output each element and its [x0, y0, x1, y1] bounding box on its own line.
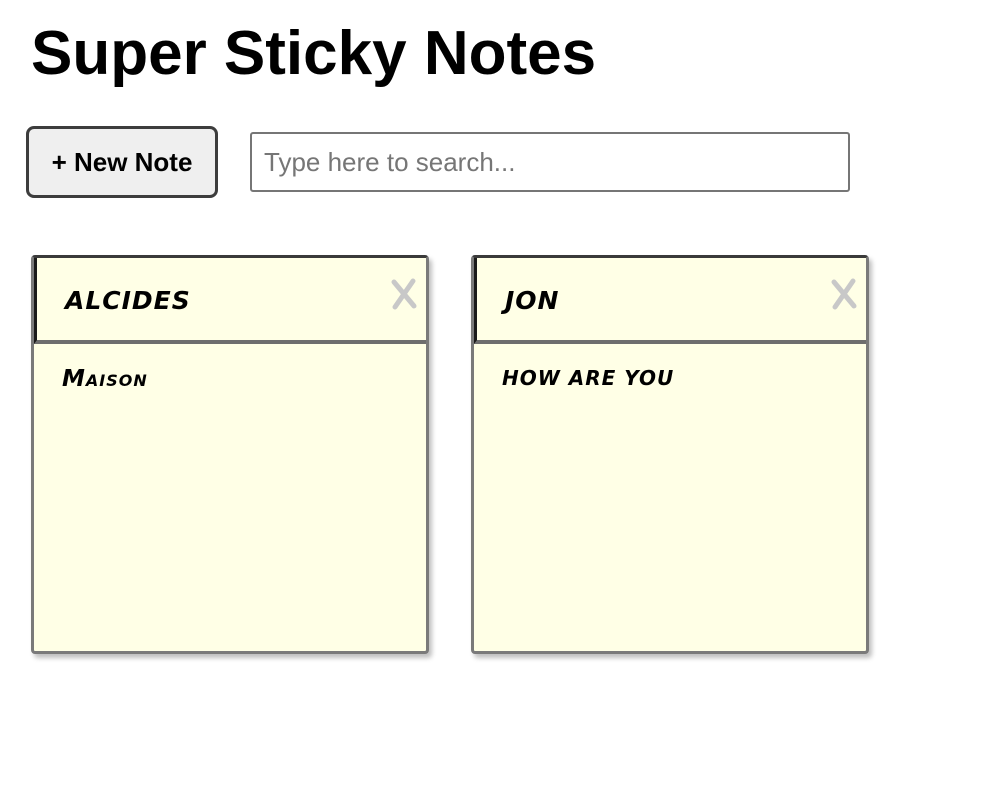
new-note-button[interactable]: + New Note	[26, 126, 218, 198]
note-title[interactable]: jon	[505, 286, 559, 315]
note-title[interactable]: alcides	[65, 286, 191, 315]
close-icon[interactable]	[388, 276, 420, 312]
note-title-field[interactable]: jon	[474, 258, 866, 344]
note-body[interactable]: how are you	[502, 366, 846, 390]
note-title-field[interactable]: alcides	[34, 258, 426, 344]
note-body[interactable]: Maison	[62, 366, 406, 392]
note-card: jon how are you	[471, 255, 869, 654]
search-input[interactable]	[250, 132, 850, 192]
close-icon[interactable]	[828, 276, 860, 312]
page-title: Super Sticky Notes	[31, 19, 597, 88]
note-card: alcides Maison	[31, 255, 429, 654]
